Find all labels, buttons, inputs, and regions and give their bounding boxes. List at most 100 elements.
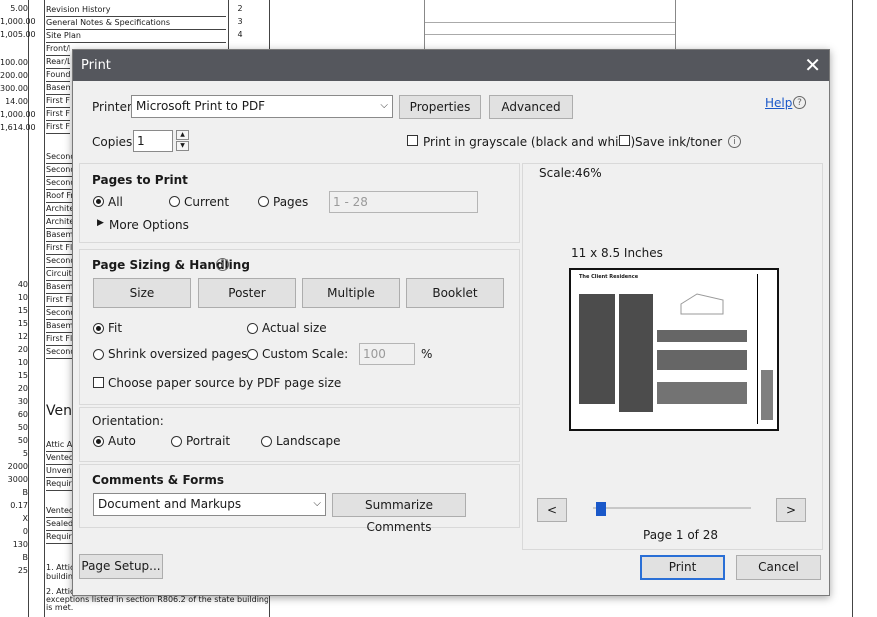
bg-number: 0 bbox=[22, 527, 28, 536]
bg-vent-row: Vented bbox=[46, 451, 72, 465]
bg-row: Second bbox=[46, 345, 72, 359]
poster-button[interactable]: Poster bbox=[198, 278, 296, 308]
bg-number: 50 bbox=[17, 423, 28, 432]
cancel-button[interactable]: Cancel bbox=[736, 555, 821, 580]
bg-drawing-frame bbox=[424, 0, 676, 50]
auto-label: Auto bbox=[108, 434, 136, 448]
bg-number: 3000 bbox=[7, 475, 28, 484]
grayscale-label: Print in grayscale (black and white) bbox=[423, 135, 636, 149]
help-question-icon[interactable]: ? bbox=[793, 96, 806, 109]
pages-to-print-heading: Pages to Print bbox=[92, 173, 188, 187]
expand-arrow-icon[interactable]: ▶ bbox=[97, 218, 104, 228]
bg-row: Second bbox=[46, 163, 72, 177]
shrink-label: Shrink oversized pages bbox=[108, 347, 248, 361]
bg-number: 100.00 bbox=[0, 58, 28, 67]
next-page-button[interactable]: > bbox=[776, 498, 806, 522]
actual-size-label: Actual size bbox=[262, 321, 327, 335]
chevron-down-icon: ⌵ bbox=[313, 498, 321, 509]
bg-row: Archite bbox=[46, 215, 72, 229]
bg-row: Circuit bbox=[46, 267, 72, 281]
auto-radio[interactable] bbox=[93, 436, 104, 447]
all-pages-label: All bbox=[108, 195, 123, 209]
custom-scale-label: Custom Scale: bbox=[262, 347, 349, 361]
properties-button[interactable]: Properties bbox=[399, 95, 481, 119]
bg-row: Found bbox=[46, 68, 70, 82]
bg-row: First Flo bbox=[46, 241, 72, 255]
grayscale-checkbox[interactable] bbox=[407, 135, 418, 146]
preview-border bbox=[757, 274, 758, 424]
bg-number: 10 bbox=[17, 358, 28, 367]
info-icon[interactable]: i bbox=[728, 135, 741, 148]
multiple-button[interactable]: Multiple bbox=[302, 278, 400, 308]
info-icon[interactable]: i bbox=[216, 258, 229, 271]
bg-row: First Flo bbox=[46, 332, 72, 346]
pages-range-input[interactable]: 1 - 28 bbox=[329, 191, 478, 213]
bg-row: Archite bbox=[46, 202, 72, 216]
bg-page-num: 4 bbox=[237, 30, 243, 39]
bg-number: B bbox=[22, 553, 29, 562]
bg-number: 300.00 bbox=[0, 84, 28, 93]
preview-house-drawing bbox=[680, 293, 724, 315]
bg-row: General Notes & Specifications bbox=[46, 16, 226, 30]
scale-label: Scale: bbox=[539, 166, 576, 180]
landscape-radio[interactable] bbox=[261, 436, 272, 447]
bg-row: Front/R bbox=[46, 42, 70, 56]
percent-label: % bbox=[421, 347, 433, 361]
more-options-link[interactable]: More Options bbox=[109, 218, 189, 232]
comments-select[interactable]: Document and Markups ⌵ bbox=[93, 493, 326, 516]
custom-scale-input[interactable]: 100 bbox=[359, 343, 415, 365]
close-icon[interactable]: ✕ bbox=[804, 54, 821, 76]
help-link[interactable]: Help bbox=[765, 96, 792, 110]
booklet-button[interactable]: Booklet bbox=[406, 278, 504, 308]
actual-size-radio[interactable] bbox=[247, 323, 258, 334]
bg-number: 2000 bbox=[7, 462, 28, 471]
paper-source-checkbox[interactable] bbox=[93, 377, 104, 388]
page-indicator: Page 1 of 28 bbox=[643, 528, 718, 542]
page-slider-thumb[interactable] bbox=[595, 502, 606, 516]
bg-divider bbox=[28, 0, 29, 617]
fit-label: Fit bbox=[108, 321, 123, 335]
bg-number: 130 bbox=[12, 540, 28, 549]
bg-page-edge bbox=[852, 0, 853, 617]
bg-row: Site Plan bbox=[46, 29, 226, 43]
advanced-button[interactable]: Advanced bbox=[489, 95, 573, 119]
print-dialog: Print ✕ Printer: Microsoft Print to PDF … bbox=[72, 49, 830, 596]
preview-title-block bbox=[761, 370, 773, 420]
bg-vent-row: Attic A bbox=[46, 438, 72, 452]
copies-input[interactable]: 1 bbox=[133, 130, 173, 152]
bg-footer-line: building bbox=[46, 572, 72, 581]
bg-number: 1,000.00 bbox=[0, 110, 36, 119]
save-ink-checkbox[interactable] bbox=[619, 135, 630, 146]
shrink-radio[interactable] bbox=[93, 349, 104, 360]
size-button[interactable]: Size bbox=[93, 278, 191, 308]
prev-page-button[interactable]: < bbox=[537, 498, 567, 522]
bg-number: 15 bbox=[17, 319, 28, 328]
page-setup-button[interactable]: Page Setup... bbox=[79, 554, 163, 579]
bg-number: 12 bbox=[17, 332, 28, 341]
bg-row: First Flo bbox=[46, 120, 70, 134]
bg-row: Basem bbox=[46, 319, 72, 333]
current-page-label: Current bbox=[184, 195, 230, 209]
all-pages-radio[interactable] bbox=[93, 196, 104, 207]
current-page-radio[interactable] bbox=[169, 196, 180, 207]
printer-select[interactable]: Microsoft Print to PDF ⌵ bbox=[131, 95, 393, 118]
comments-heading: Comments & Forms bbox=[92, 473, 224, 487]
bg-number: 0.17 bbox=[10, 501, 28, 510]
bg-row: Second bbox=[46, 306, 72, 320]
pages-range-radio[interactable] bbox=[258, 196, 269, 207]
custom-scale-radio[interactable] bbox=[247, 349, 258, 360]
bg-number: 1,005.00 bbox=[0, 30, 36, 39]
bg-vent-row: Require bbox=[46, 530, 72, 544]
print-button[interactable]: Print bbox=[640, 555, 725, 580]
portrait-radio[interactable] bbox=[171, 436, 182, 447]
preview-table bbox=[657, 330, 747, 342]
bg-row: Revision History bbox=[46, 3, 226, 17]
fit-radio[interactable] bbox=[93, 323, 104, 334]
copies-up-icon[interactable]: ▲ bbox=[176, 130, 189, 140]
summarize-comments-button[interactable]: Summarize Comments bbox=[332, 493, 466, 534]
bg-number: 20 bbox=[17, 384, 28, 393]
bg-vent-row: Vented bbox=[46, 504, 72, 518]
page-slider-track[interactable] bbox=[593, 507, 751, 509]
copies-down-icon[interactable]: ▼ bbox=[176, 141, 189, 151]
bg-number: X bbox=[22, 514, 28, 523]
